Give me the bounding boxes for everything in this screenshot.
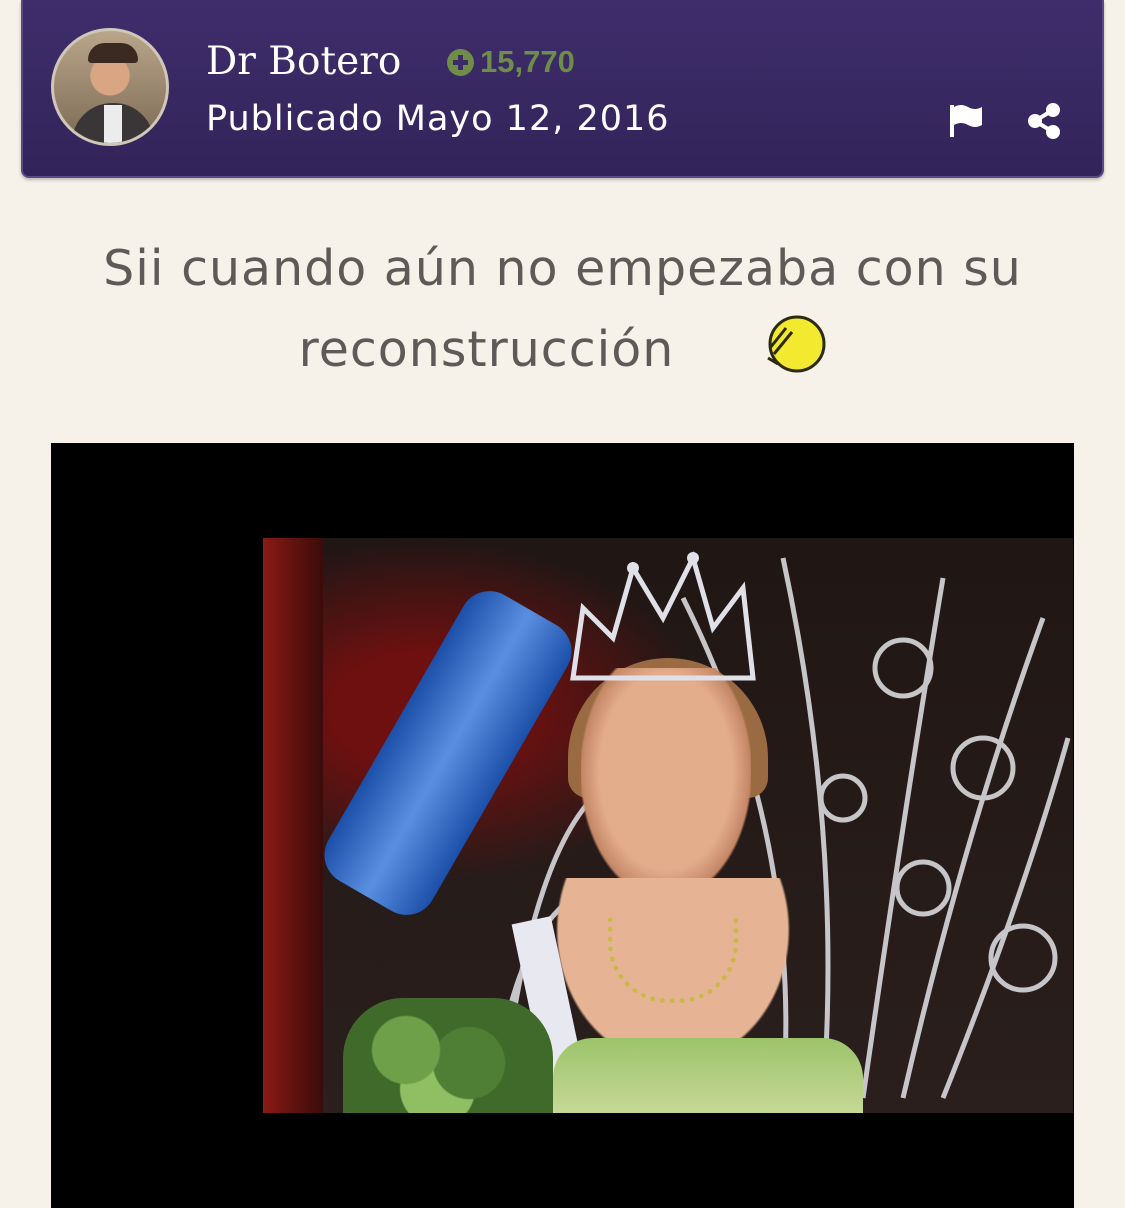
flower-bouquet xyxy=(343,998,553,1113)
avatar[interactable] xyxy=(51,28,169,146)
post-text: Sii cuando aún no empezaba con su recons… xyxy=(103,240,1022,378)
queen-face xyxy=(581,668,751,898)
avatar-hair xyxy=(88,43,138,63)
avatar-shirt xyxy=(104,105,122,143)
share-icon[interactable] xyxy=(1024,101,1064,141)
emoji-icon xyxy=(764,312,826,374)
crown xyxy=(570,551,756,681)
post-header: Dr Botero 15,770 Publicado Mayo 12, 2016 xyxy=(21,0,1104,178)
author-name[interactable]: Dr Botero xyxy=(206,38,401,86)
reputation-badge: 15,770 xyxy=(447,44,575,80)
red-curtain xyxy=(263,538,323,1113)
plus-circle-icon xyxy=(447,48,474,76)
pageant-photo xyxy=(263,538,1073,1113)
post-image[interactable] xyxy=(51,443,1074,1208)
published-date: Publicado Mayo 12, 2016 xyxy=(206,99,670,139)
flag-icon[interactable] xyxy=(947,101,987,141)
post-body: Sii cuando aún no empezaba con su recons… xyxy=(40,228,1085,390)
reputation-count: 15,770 xyxy=(480,44,575,79)
dress xyxy=(553,1038,863,1113)
